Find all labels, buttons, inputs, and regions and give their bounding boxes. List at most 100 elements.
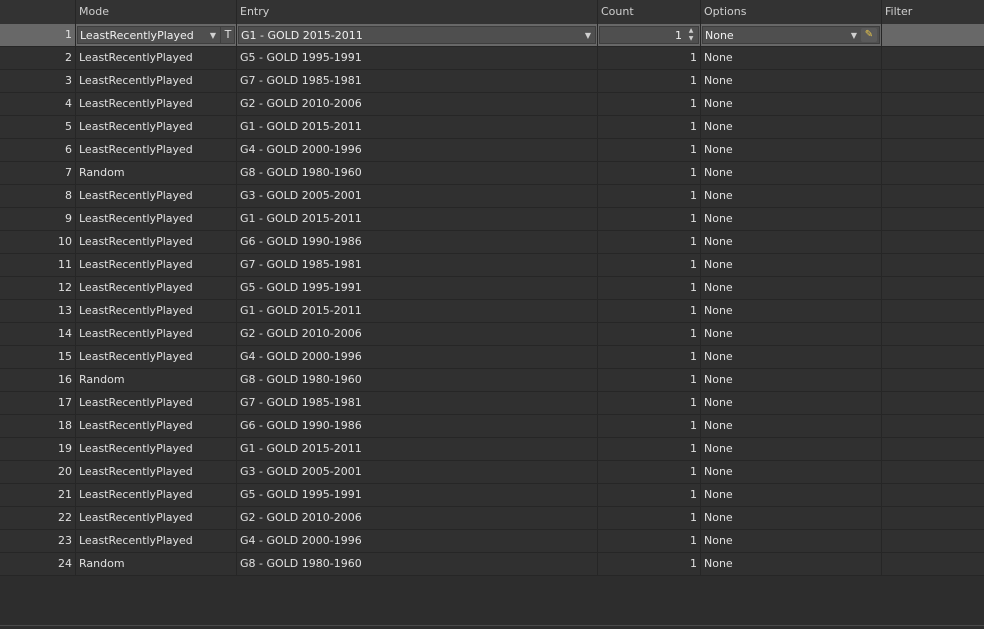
chevron-down-icon[interactable]: ▼ [206,27,220,45]
mode-cell[interactable]: LeastRecentlyPlayed ▼ T [75,24,237,46]
filter-cell[interactable] [881,93,984,115]
count-cell[interactable]: 1 [597,507,701,529]
column-header-index[interactable] [0,0,76,24]
mode-cell[interactable]: LeastRecentlyPlayed [75,438,237,460]
mode-cell[interactable]: LeastRecentlyPlayed [75,530,237,552]
count-cell[interactable]: 1 [597,392,701,414]
count-cell[interactable]: 1 ▲ ▼ [597,24,701,46]
table-row[interactable]: 22 LeastRecentlyPlayed G2 - GOLD 2010-2006… [0,507,984,530]
count-cell[interactable]: 1 [597,438,701,460]
table-row[interactable]: 9 LeastRecentlyPlayed G1 - GOLD 2015-2011 1… [0,208,984,231]
table-row[interactable]: 12 LeastRecentlyPlayed G5 - GOLD 1995-1991… [0,277,984,300]
mode-cell[interactable]: LeastRecentlyPlayed [75,346,237,368]
entry-cell[interactable]: G5 - GOLD 1995-1991 [236,277,598,299]
mode-cell[interactable]: LeastRecentlyPlayed [75,139,237,161]
options-cell[interactable]: None [700,530,882,552]
table-row[interactable]: 7 Random G8 - GOLD 1980-1960 1 None [0,162,984,185]
count-cell[interactable]: 1 [597,93,701,115]
filter-cell[interactable] [881,162,984,184]
entry-select[interactable]: G1 - GOLD 2015-2011 ▼ [238,26,596,44]
table-row[interactable]: 20 LeastRecentlyPlayed G3 - GOLD 2005-2001… [0,461,984,484]
table-row[interactable]: 16 Random G8 - GOLD 1980-1960 1 None [0,369,984,392]
mode-cell[interactable]: LeastRecentlyPlayed [75,461,237,483]
row-index-cell[interactable]: 17 [0,392,76,414]
count-cell[interactable]: 1 [597,162,701,184]
row-index-cell[interactable]: 16 [0,369,76,391]
filter-cell[interactable] [881,461,984,483]
filter-cell[interactable] [881,300,984,322]
table-row[interactable]: 24 Random G8 - GOLD 1980-1960 1 None [0,553,984,576]
count-cell[interactable]: 1 [597,530,701,552]
table-row[interactable]: 3 LeastRecentlyPlayed G7 - GOLD 1985-1981 1… [0,70,984,93]
row-index-cell[interactable]: 22 [0,507,76,529]
row-index-cell[interactable]: 21 [0,484,76,506]
row-index-cell[interactable]: 11 [0,254,76,276]
filter-cell[interactable] [881,346,984,368]
table-row[interactable]: 2 LeastRecentlyPlayed G5 - GOLD 1995-1991 1… [0,47,984,70]
row-index-cell[interactable]: 18 [0,415,76,437]
spinner-arrows-icon[interactable]: ▲ ▼ [685,27,697,45]
filter-cell[interactable] [881,70,984,92]
edit-icon[interactable]: ✎ [861,28,877,42]
options-cell[interactable]: None [700,438,882,460]
entry-cell[interactable]: G1 - GOLD 2015-2011 [236,300,598,322]
options-cell[interactable]: None [700,369,882,391]
options-cell[interactable]: None [700,553,882,575]
options-cell[interactable]: None [700,93,882,115]
count-cell[interactable]: 1 [597,231,701,253]
table-row[interactable]: 8 LeastRecentlyPlayed G3 - GOLD 2005-2001 1… [0,185,984,208]
options-cell[interactable]: None [700,254,882,276]
table-row[interactable]: 23 LeastRecentlyPlayed G4 - GOLD 2000-1996… [0,530,984,553]
chevron-down-icon[interactable]: ▼ [847,27,861,45]
mode-cell[interactable]: LeastRecentlyPlayed [75,231,237,253]
mode-cell[interactable]: LeastRecentlyPlayed [75,392,237,414]
table-row[interactable]: 15 LeastRecentlyPlayed G4 - GOLD 2000-1996… [0,346,984,369]
count-cell[interactable]: 1 [597,461,701,483]
count-cell[interactable]: 1 [597,185,701,207]
filter-cell[interactable] [881,185,984,207]
column-header-entry[interactable]: Entry [236,0,598,24]
options-cell[interactable]: None [700,185,882,207]
count-cell[interactable]: 1 [597,323,701,345]
mode-cell[interactable]: Random [75,369,237,391]
table-row[interactable]: 5 LeastRecentlyPlayed G1 - GOLD 2015-2011 1… [0,116,984,139]
row-index-cell[interactable]: 23 [0,530,76,552]
mode-cell[interactable]: LeastRecentlyPlayed [75,254,237,276]
filter-cell[interactable] [881,484,984,506]
row-index-cell[interactable]: 9 [0,208,76,230]
entry-cell[interactable]: G8 - GOLD 1980-1960 [236,553,598,575]
table-row[interactable]: 11 LeastRecentlyPlayed G7 - GOLD 1985-1981… [0,254,984,277]
row-index-cell[interactable]: 12 [0,277,76,299]
count-cell[interactable]: 1 [597,300,701,322]
table-row[interactable]: 4 LeastRecentlyPlayed G2 - GOLD 2010-2006 1… [0,93,984,116]
row-index-cell[interactable]: 24 [0,553,76,575]
filter-cell[interactable] [881,231,984,253]
row-index-cell[interactable]: 4 [0,93,76,115]
entry-cell[interactable]: G7 - GOLD 1985-1981 [236,254,598,276]
column-header-mode[interactable]: Mode [75,0,237,24]
options-cell[interactable]: None [700,300,882,322]
entry-cell[interactable]: G3 - GOLD 2005-2001 [236,185,598,207]
options-cell[interactable]: None [700,139,882,161]
filter-cell[interactable] [881,139,984,161]
entry-cell[interactable]: G7 - GOLD 1985-1981 [236,70,598,92]
filter-cell[interactable] [881,369,984,391]
table-row[interactable]: 10 LeastRecentlyPlayed G6 - GOLD 1990-1986… [0,231,984,254]
entry-cell[interactable]: G4 - GOLD 2000-1996 [236,346,598,368]
options-cell[interactable]: None [700,208,882,230]
row-index-cell[interactable]: 7 [0,162,76,184]
row-index-cell[interactable]: 19 [0,438,76,460]
filter-cell[interactable] [881,438,984,460]
table-row[interactable]: 1 LeastRecentlyPlayed ▼ T G1 - GOLD 2015-201… [0,24,984,47]
count-cell[interactable]: 1 [597,208,701,230]
column-header-options[interactable]: Options [700,0,882,24]
entry-cell[interactable]: G1 - GOLD 2015-2011 [236,116,598,138]
entry-cell[interactable]: G4 - GOLD 2000-1996 [236,139,598,161]
mode-cell[interactable]: LeastRecentlyPlayed [75,70,237,92]
options-cell[interactable]: None [700,415,882,437]
row-index-cell[interactable]: 8 [0,185,76,207]
table-row[interactable]: 14 LeastRecentlyPlayed G2 - GOLD 2010-2006… [0,323,984,346]
entry-cell[interactable]: G6 - GOLD 1990-1986 [236,231,598,253]
count-cell[interactable]: 1 [597,415,701,437]
row-index-cell[interactable]: 3 [0,70,76,92]
